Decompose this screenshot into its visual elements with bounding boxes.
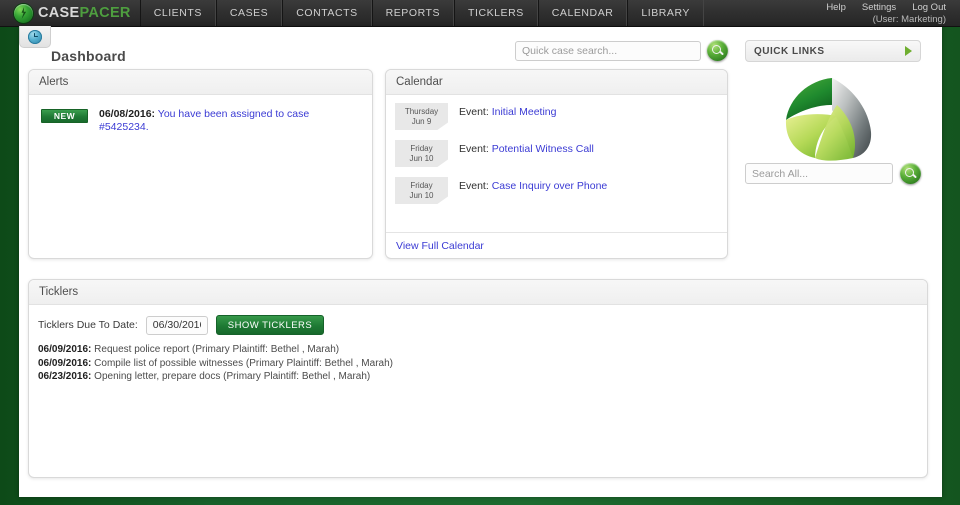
ticklers-due-label: Ticklers Due To Date: xyxy=(38,319,138,331)
page-surface: Dashboard Alerts NEW 06/08/2016: You hav… xyxy=(19,26,942,497)
brand-logo[interactable]: CASEPACER xyxy=(0,0,140,26)
alert-item: NEW 06/08/2016: You have been assigned t… xyxy=(29,95,372,134)
brand-wordmark: CASEPACER xyxy=(38,6,131,21)
nav-item-library[interactable]: LIBRARY xyxy=(627,0,704,26)
event-title-wrap: Event: Initial Meeting xyxy=(459,103,557,118)
tickler-text: Opening letter, prepare docs (Primary Pl… xyxy=(91,371,371,382)
alerts-panel: Alerts NEW 06/08/2016: You have been ass… xyxy=(28,69,373,259)
event-date: Jun 10 xyxy=(409,191,434,200)
page-frame: Dashboard Alerts NEW 06/08/2016: You hav… xyxy=(0,26,960,505)
alerts-panel-title: Alerts xyxy=(29,70,372,95)
ticklers-due-date-input[interactable] xyxy=(145,315,208,335)
event-title-wrap: Event: Case Inquiry over Phone xyxy=(459,177,607,192)
event-weekday: Thursday xyxy=(404,107,439,116)
tickler-text: Request police report (Primary Plaintiff… xyxy=(91,344,340,355)
nav-item-ticklers[interactable]: TICKLERS xyxy=(454,0,538,26)
event-prefix: Event: xyxy=(459,143,489,155)
recent-items-tab[interactable] xyxy=(19,26,51,48)
event-prefix: Event: xyxy=(459,106,489,118)
tickler-date: 06/23/2016: xyxy=(38,371,92,382)
quick-case-search-input[interactable] xyxy=(515,40,701,61)
page-title: Dashboard xyxy=(51,48,126,64)
event-date-tag: Thursday Jun 9 xyxy=(395,103,448,130)
ticklers-panel-title: Ticklers xyxy=(29,280,927,305)
help-link[interactable]: Help xyxy=(826,2,846,13)
search-all-input[interactable] xyxy=(745,163,893,184)
casepacer-swirl-logo xyxy=(775,70,891,164)
tickler-item[interactable]: 06/09/2016: Request police report (Prima… xyxy=(38,343,927,357)
calendar-event-list: Thursday Jun 9 Event: Initial Meeting Fr… xyxy=(386,95,727,204)
casepacer-logo-icon xyxy=(14,3,33,23)
nav-item-clients[interactable]: CLIENTS xyxy=(139,0,216,26)
quick-links-button[interactable]: QUICK LINKS xyxy=(745,40,921,62)
calendar-panel-footer: View Full Calendar xyxy=(386,232,727,258)
tickler-item[interactable]: 06/09/2016: Compile list of possible wit… xyxy=(38,357,927,371)
event-date-tag: Friday Jun 10 xyxy=(395,140,448,167)
calendar-panel-title: Calendar xyxy=(386,70,727,95)
brand-text-case: CASE xyxy=(38,4,80,21)
show-ticklers-button[interactable]: SHOW TICKLERS xyxy=(215,315,325,335)
top-navigation-bar: CASEPACER CLIENTS CASES CONTACTS REPORTS… xyxy=(0,0,960,27)
event-prefix: Event: xyxy=(459,180,489,192)
logout-link[interactable]: Log Out xyxy=(912,2,946,13)
current-user-label: (User: Marketing) xyxy=(872,13,946,25)
nav-util-links: Help Settings Log Out xyxy=(826,2,946,13)
quick-case-search xyxy=(515,40,728,61)
search-all xyxy=(745,163,921,184)
clock-icon xyxy=(28,29,42,44)
event-weekday: Friday xyxy=(410,144,433,153)
quick-links-label: QUICK LINKS xyxy=(754,45,825,57)
tickler-text: Compile list of possible witnesses (Prim… xyxy=(91,357,393,369)
calendar-event-row: Friday Jun 10 Event: Potential Witness C… xyxy=(386,140,727,167)
event-link[interactable]: Initial Meeting xyxy=(492,106,557,118)
event-link[interactable]: Potential Witness Call xyxy=(492,143,594,155)
ticklers-controls: Ticklers Due To Date: SHOW TICKLERS xyxy=(29,305,927,335)
nav-right-section: Help Settings Log Out (User: Marketing) xyxy=(826,0,960,26)
ticklers-list: 06/09/2016: Request police report (Prima… xyxy=(29,335,927,384)
view-full-calendar-link[interactable]: View Full Calendar xyxy=(396,240,484,252)
event-date-tag: Friday Jun 10 xyxy=(395,177,448,204)
brand-text-pacer: PACER xyxy=(79,4,131,21)
tickler-date: 06/09/2016: xyxy=(38,344,92,355)
quick-case-search-icon[interactable] xyxy=(707,40,728,61)
calendar-event-row: Friday Jun 10 Event: Case Inquiry over P… xyxy=(386,177,727,204)
nav-item-cases[interactable]: CASES xyxy=(215,0,283,26)
ticklers-panel: Ticklers Ticklers Due To Date: SHOW TICK… xyxy=(28,279,928,478)
app-root: CASEPACER CLIENTS CASES CONTACTS REPORTS… xyxy=(0,0,960,505)
nav-item-reports[interactable]: REPORTS xyxy=(371,0,455,26)
event-link[interactable]: Case Inquiry over Phone xyxy=(492,180,608,192)
nav-item-calendar[interactable]: CALENDAR xyxy=(537,0,628,26)
triangle-right-icon xyxy=(905,46,912,56)
alert-date: 06/08/2016: xyxy=(99,108,156,120)
tickler-date: 06/09/2016: xyxy=(38,357,92,369)
calendar-event-row: Thursday Jun 9 Event: Initial Meeting xyxy=(386,103,727,130)
event-title-wrap: Event: Potential Witness Call xyxy=(459,140,594,155)
status-badge-new: NEW xyxy=(41,109,88,123)
event-date: Jun 9 xyxy=(411,117,432,126)
event-weekday: Friday xyxy=(410,181,433,190)
search-all-icon[interactable] xyxy=(900,163,921,184)
event-date: Jun 10 xyxy=(409,154,434,163)
alert-message: 06/08/2016: You have been assigned to ca… xyxy=(99,108,331,134)
settings-link[interactable]: Settings xyxy=(862,2,896,13)
tickler-item[interactable]: 06/23/2016: Opening letter, prepare docs… xyxy=(38,370,927,384)
calendar-panel: Calendar Thursday Jun 9 Event: Initial M… xyxy=(385,69,728,259)
nav-item-contacts[interactable]: CONTACTS xyxy=(282,0,372,26)
